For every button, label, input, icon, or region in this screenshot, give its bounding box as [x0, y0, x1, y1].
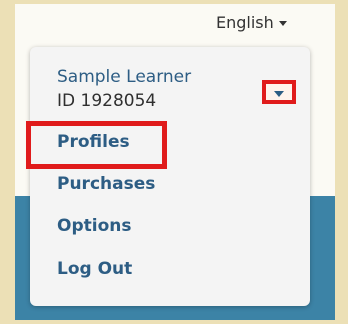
menu-item-log-out[interactable]: Log Out	[57, 259, 132, 279]
user-id: ID 1928054	[57, 91, 157, 111]
user-name: Sample Learner	[57, 67, 192, 87]
menu-item-options[interactable]: Options	[57, 216, 131, 236]
user-menu-toggle-button[interactable]	[262, 80, 296, 104]
language-label: English	[216, 12, 274, 32]
menu-item-purchases[interactable]: Purchases	[57, 174, 155, 194]
chevron-down-icon	[278, 20, 287, 26]
profiles-highlight-box	[26, 121, 167, 169]
language-selector[interactable]: English	[216, 11, 287, 33]
chevron-down-icon	[274, 91, 284, 97]
user-menu-panel: Sample Learner ID 1928054 Profiles Purch…	[30, 47, 310, 306]
